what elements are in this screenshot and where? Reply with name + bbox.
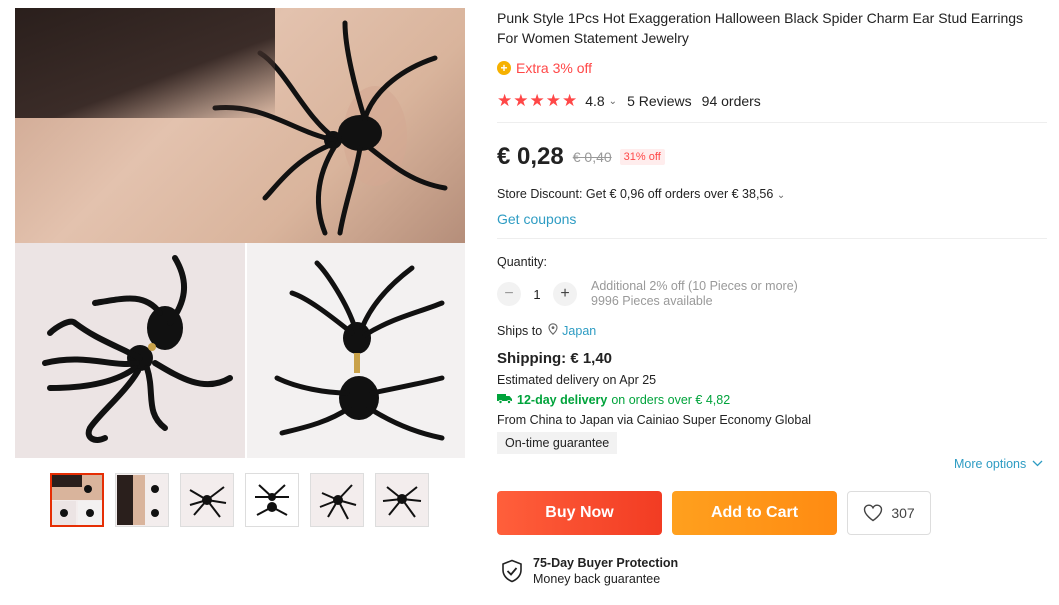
image-spider-front[interactable] [247,243,465,458]
bulk-discount-text: Additional 2% off (10 Pieces or more) [591,279,798,293]
quantity-input[interactable]: 1 [521,287,553,302]
price-row: € 0,28 € 0,40 31% off [497,143,1049,171]
shipping-cost: Shipping: € 1,40 [497,350,613,367]
more-options-label: More options [954,457,1027,471]
ships-to-label: Ships to [497,323,543,338]
star-icon: ★★★★★ [497,91,579,110]
rating-row: ★★★★★ 4.8 ⌄ 5 Reviews 94 orders [497,91,1047,123]
thumbnail-spider-image [189,486,227,518]
delivery-condition: on orders over € 4,82 [611,393,731,407]
thumbnail-spider-image [319,484,357,520]
protection-subtitle: Money back guarantee [533,572,661,586]
product-title: Punk Style 1Pcs Hot Exaggeration Hallowe… [497,10,1024,46]
ship-country-link[interactable]: Japan [562,324,596,338]
orders-count: 94 orders [701,93,761,109]
add-to-cart-button[interactable]: Add to Cart [672,491,837,535]
increase-quantity-button[interactable]: + [553,282,577,306]
store-discount[interactable]: Store Discount: Get € 0,96 off orders ov… [497,187,1049,201]
chevron-down-icon [1032,458,1043,470]
on-time-guarantee-badge: On-time guarantee [497,432,618,454]
get-coupons-link[interactable]: Get coupons [497,211,1047,239]
main-image-ear-model[interactable] [15,8,465,243]
spider-earring-front-view [274,260,445,441]
heart-icon [864,504,883,522]
thumbnail-1[interactable] [50,473,104,527]
ships-to-row: Ships to Japan [497,323,1049,338]
pieces-available-text: 9996 Pieces available [591,294,713,308]
thumbnail-6[interactable] [375,473,429,527]
action-buttons: Buy Now Add to Cart 307 [497,491,931,535]
thumbnail-5[interactable] [310,473,364,527]
shield-check-icon [502,559,522,583]
chevron-down-icon[interactable]: ⌄ [609,96,617,107]
thumbnail-model-image [117,475,159,525]
protection-title: 75-Day Buyer Protection [533,556,679,570]
thumbnail-collage-image [52,475,102,525]
hair-shape [15,8,275,118]
decrease-quantity-button[interactable]: − [497,282,521,306]
more-options-link[interactable]: More options [954,457,1043,471]
thumbnail-4[interactable] [245,473,299,527]
extra-discount[interactable]: + Extra 3% off [497,60,1049,76]
thumbnail-spider-image [255,484,289,516]
plus-circle-icon: + [497,61,511,75]
reviews-link[interactable]: 5 Reviews [627,93,692,109]
wishlist-button[interactable]: 307 [847,491,931,535]
thumbnail-3[interactable] [180,473,234,527]
buyer-protection: 75-Day Buyer Protection Money back guara… [501,555,678,587]
rating-score[interactable]: 4.8 [585,93,604,109]
delivery-days: 12-day delivery [517,393,608,407]
estimated-delivery: Estimated delivery on Apr 25 [497,373,657,387]
product-image-gallery[interactable] [15,8,465,458]
image-spider-side[interactable] [15,243,245,458]
shipping-route: From China to Japan via Cainiao Super Ec… [497,413,812,427]
quantity-info: Additional 2% off (10 Pieces or more) 99… [591,279,798,309]
quantity-label: Quantity: [497,255,548,269]
store-discount-text: Store Discount: Get € 0,96 off orders ov… [497,187,774,201]
chevron-down-icon: ⌄ [776,190,786,201]
quantity-stepper: − 1 + Additional 2% off (10 Pieces or mo… [497,279,1049,309]
thumbnail-2[interactable] [115,473,169,527]
current-price: € 0,28 [497,143,564,170]
wishlist-count: 307 [891,505,915,521]
extra-discount-label: Extra 3% off [516,60,593,76]
protection-text: 75-Day Buyer Protection Money back guara… [533,555,678,587]
thumbnail-strip [50,473,429,527]
thumbnail-spider-image [382,486,422,518]
buy-now-button[interactable]: Buy Now [497,491,662,535]
product-info-panel: Punk Style 1Pcs Hot Exaggeration Hallowe… [497,8,1049,586]
fast-delivery-row: 12-day delivery on orders over € 4,82 [497,393,1049,407]
location-pin-icon [548,323,558,338]
spider-earring-side-view [42,255,233,443]
discount-badge: 31% off [619,149,665,165]
original-price: € 0,40 [572,149,612,165]
truck-icon [497,393,513,407]
